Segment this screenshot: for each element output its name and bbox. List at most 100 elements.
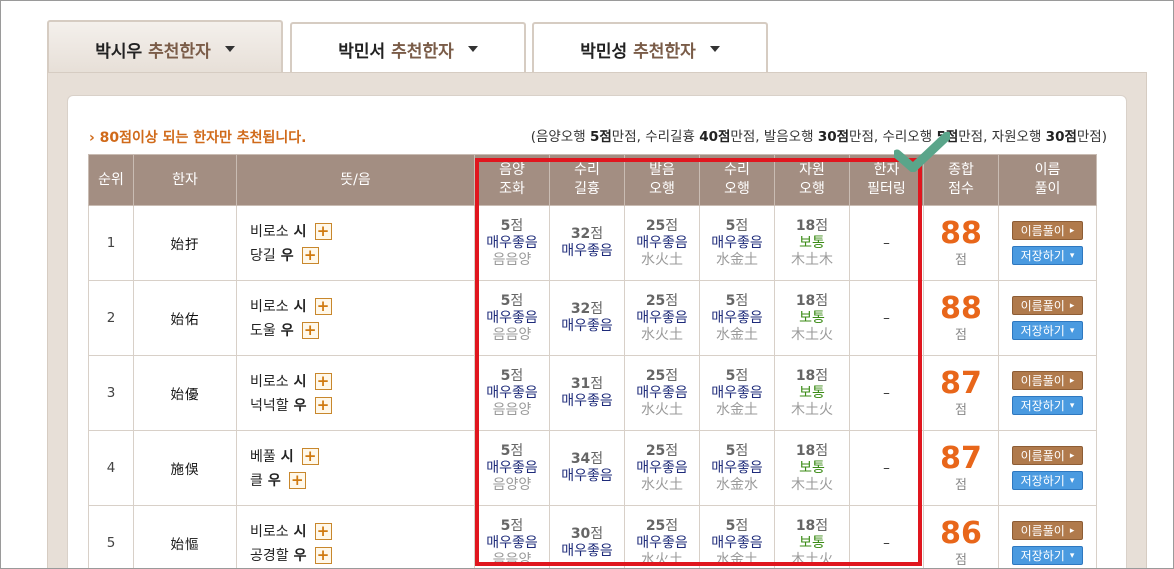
- name-interp-button[interactable]: 이름풀이 ▸: [1012, 296, 1083, 315]
- bareum-ohaeng-cell: 25점 매우좋음 水火土: [624, 355, 700, 431]
- meaning-cell: 비로소 시 + 도울 우 +: [236, 280, 475, 356]
- suri-ohaeng-cell: 5점 매우좋음 水金土: [699, 505, 775, 568]
- total-score: 87: [940, 365, 982, 401]
- arrow-right-icon: ▸: [1069, 225, 1075, 236]
- tab-name-3[interactable]: 박민성 추천한자: [532, 22, 768, 74]
- tab-label-text: 추천한자: [391, 41, 454, 62]
- hanja-cell: 始優: [133, 355, 237, 431]
- tab-name-text: 박시우: [95, 41, 143, 62]
- table-row: 5 始慪 비로소 시 + 공경할 우 + 5점 매우좋음 음음양 30점 매우좋음 25…: [88, 505, 1097, 568]
- table-header-row: 순위 한자 뜻/음 음양 조화 수리 길흉 발음 오행 수리 오행 자원 오행 한자 필터링…: [88, 154, 1097, 206]
- total-score: 88: [940, 290, 982, 326]
- interp-cell: 이름풀이 ▸ 저장하기 ▾: [998, 355, 1097, 431]
- yinyang-cell: 5점 매우좋음 음음양: [474, 355, 550, 431]
- rank-cell: 5: [88, 505, 134, 568]
- save-button[interactable]: 저장하기 ▾: [1012, 546, 1083, 565]
- total-score: 86: [940, 515, 982, 551]
- tab-bar: 박시우 추천한자 박민서 추천한자 박민성 추천한자: [47, 20, 1147, 76]
- col-header-interp: 이름 풀이: [998, 154, 1097, 206]
- hanja-cell: 始慪: [133, 505, 237, 568]
- yinyang-cell: 5점 매우좋음 음양양: [474, 430, 550, 506]
- rank-cell: 2: [88, 280, 134, 356]
- yinyang-cell: 5점 매우좋음 음음양: [474, 280, 550, 356]
- save-button[interactable]: 저장하기 ▾: [1012, 396, 1083, 415]
- suri-gilhyung-cell: 32점 매우좋음: [549, 280, 625, 356]
- meaning-cell: 비로소 시 + 공경할 우 +: [236, 505, 475, 568]
- jawon-ohaeng-cell: 18점 보통 木土木: [774, 205, 850, 281]
- hanja-filter-cell: –: [849, 355, 924, 431]
- plus-icon[interactable]: +: [314, 522, 332, 540]
- hanja-cell: 始佑: [133, 280, 237, 356]
- arrow-right-icon: ▸: [1069, 375, 1075, 386]
- name-interp-button[interactable]: 이름풀이 ▸: [1012, 371, 1083, 390]
- col-header-total: 종합 점수: [923, 154, 999, 206]
- plus-icon[interactable]: +: [314, 222, 332, 240]
- bareum-ohaeng-cell: 25점 매우좋음 水火土: [624, 205, 700, 281]
- rank-cell: 1: [88, 205, 134, 281]
- meaning-cell: 비로소 시 + 넉넉할 우 +: [236, 355, 475, 431]
- chevron-down-icon: ▾: [1069, 325, 1075, 336]
- tab-label-text: 추천한자: [633, 41, 696, 62]
- save-button[interactable]: 저장하기 ▾: [1012, 471, 1083, 490]
- yinyang-cell: 5점 매우좋음 음음양: [474, 505, 550, 568]
- yinyang-cell: 5점 매우좋음 음음양: [474, 205, 550, 281]
- hanja-cell: 施俁: [133, 430, 237, 506]
- save-button[interactable]: 저장하기 ▾: [1012, 321, 1083, 340]
- plus-icon[interactable]: +: [301, 321, 319, 339]
- save-button[interactable]: 저장하기 ▾: [1012, 246, 1083, 265]
- chevron-down-icon: [224, 46, 235, 52]
- plus-icon[interactable]: +: [288, 471, 306, 489]
- plus-icon[interactable]: +: [301, 246, 319, 264]
- table-row: 2 始佑 비로소 시 + 도울 우 + 5점 매우좋음 음음양 32점 매우좋음 25점…: [88, 280, 1097, 356]
- hanja-filter-cell: –: [849, 205, 924, 281]
- name-interp-button[interactable]: 이름풀이 ▸: [1012, 221, 1083, 240]
- plus-icon[interactable]: +: [314, 297, 332, 315]
- total-score-cell: 87 점: [923, 355, 999, 431]
- suri-ohaeng-cell: 5점 매우좋음 水金土: [699, 280, 775, 356]
- tab-name-text: 박민성: [580, 41, 628, 62]
- total-score-cell: 87 점: [923, 430, 999, 506]
- plus-icon[interactable]: +: [314, 372, 332, 390]
- col-header-meaning: 뜻/음: [236, 154, 475, 206]
- meaning-cell: 비로소 시 + 당길 우 +: [236, 205, 475, 281]
- col-header-bareum-ohaeng: 발음 오행: [624, 154, 700, 206]
- tab-name-1[interactable]: 박시우 추천한자: [47, 20, 283, 76]
- suri-gilhyung-cell: 34점 매우좋음: [549, 430, 625, 506]
- chevron-down-icon: [467, 46, 478, 52]
- table-body: 1 始扜 비로소 시 + 당길 우 + 5점 매우좋음 음음양 32점 매우좋음 25점…: [88, 205, 1097, 568]
- bareum-ohaeng-cell: 25점 매우좋음 水火土: [624, 430, 700, 506]
- name-interp-button[interactable]: 이름풀이 ▸: [1012, 446, 1083, 465]
- suri-ohaeng-cell: 5점 매우좋음 水金土: [699, 205, 775, 281]
- hanja-recommend-table: 순위 한자 뜻/음 음양 조화 수리 길흉 발음 오행 수리 오행 자원 오행 한자 필터링…: [88, 154, 1097, 568]
- chevron-down-icon: ▾: [1069, 400, 1075, 411]
- arrow-right-icon: ▸: [1069, 525, 1075, 536]
- plus-icon[interactable]: +: [301, 447, 319, 465]
- chevron-down-icon: [709, 46, 720, 52]
- tab-name-text: 박민서: [338, 41, 386, 62]
- total-score: 87: [940, 440, 982, 476]
- recommend-notice: › 80점이상 되는 한자만 추천됩니다.: [89, 130, 307, 146]
- col-header-suri-gilhyung: 수리 길흉: [549, 154, 625, 206]
- hanja-filter-cell: –: [849, 430, 924, 506]
- col-header-suri-ohaeng: 수리 오행: [699, 154, 775, 206]
- jawon-ohaeng-cell: 18점 보통 木土火: [774, 505, 850, 568]
- col-header-yinyang: 음양 조화: [474, 154, 550, 206]
- suri-gilhyung-cell: 31점 매우좋음: [549, 355, 625, 431]
- table-row: 3 始優 비로소 시 + 넉넉할 우 + 5점 매우좋음 음음양 31점 매우좋음 25…: [88, 355, 1097, 431]
- jawon-ohaeng-cell: 18점 보통 木土火: [774, 355, 850, 431]
- chevron-down-icon: ▾: [1069, 475, 1075, 486]
- suri-ohaeng-cell: 5점 매우좋음 水金土: [699, 355, 775, 431]
- plus-icon[interactable]: +: [314, 396, 332, 414]
- plus-icon[interactable]: +: [314, 546, 332, 564]
- hanja-cell: 始扜: [133, 205, 237, 281]
- arrow-right-icon: ▸: [1069, 450, 1075, 461]
- jawon-ohaeng-cell: 18점 보통 木土火: [774, 430, 850, 506]
- rank-cell: 3: [88, 355, 134, 431]
- tab-name-2[interactable]: 박민서 추천한자: [290, 22, 526, 74]
- interp-cell: 이름풀이 ▸ 저장하기 ▾: [998, 280, 1097, 356]
- name-interp-button[interactable]: 이름풀이 ▸: [1012, 521, 1083, 540]
- jawon-ohaeng-cell: 18점 보통 木土火: [774, 280, 850, 356]
- chevron-down-icon: ▾: [1069, 550, 1075, 561]
- total-score-cell: 86 점: [923, 505, 999, 568]
- col-header-rank: 순위: [88, 154, 134, 206]
